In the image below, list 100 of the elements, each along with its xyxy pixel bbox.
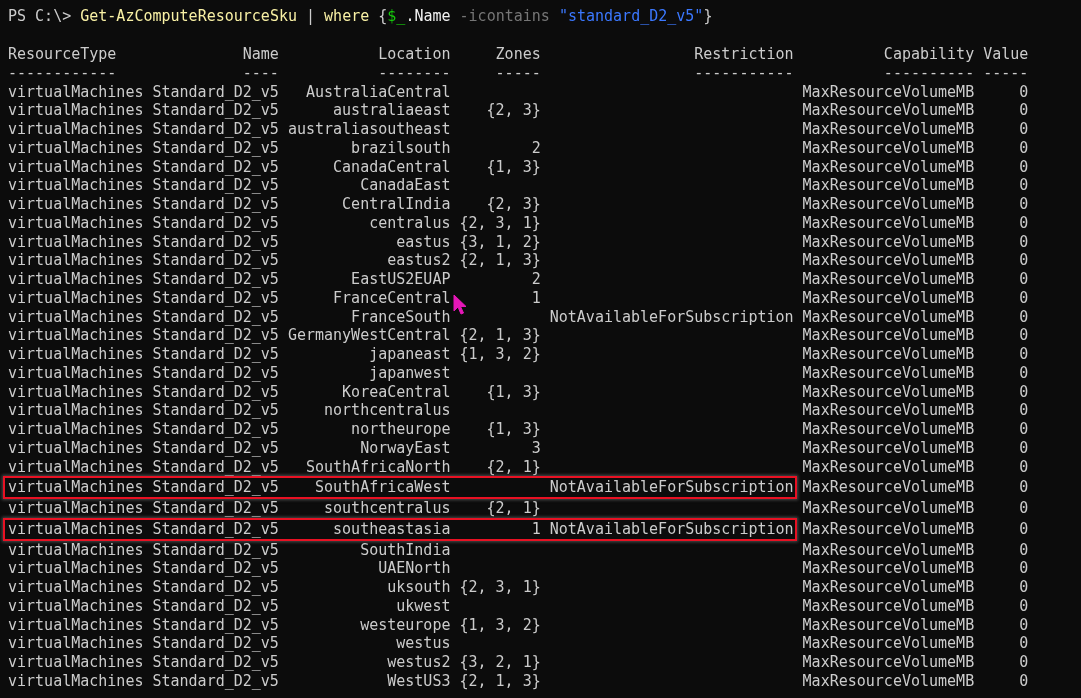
table-cell: japanwest [369,363,451,383]
table-cell: SouthAfricaNorth [305,457,451,477]
header-underline: ----------- [694,63,794,83]
table-cell: 0 [1019,326,1029,345]
column-header: Location [378,45,451,64]
table-cell: Standard_D2_v5 [152,438,279,458]
header-underline: ----- [983,63,1029,83]
table-cell: SouthAfricaWest [315,478,451,497]
table-cell: 0 [1019,615,1029,635]
table-cell: {1, 3} [486,382,541,402]
table-cell: 0 [1019,438,1029,458]
table-cell: virtualMachines [8,232,144,252]
table-cell: virtualMachines [8,499,144,518]
table-cell: 3 [531,438,541,458]
table-cell: EastUS2EUAP [351,270,451,289]
table-cell: MaxResourceVolumeMB [802,382,975,402]
table-cell: {2, 1, 3} [459,251,541,270]
table-cell: NotAvailableForSubscription [549,519,794,539]
table-cell: virtualMachines [8,345,144,364]
table-cell: 0 [1019,671,1029,691]
table-cell: Standard_D2_v5 [152,457,279,477]
table-cell: 0 [1019,213,1029,233]
table-cell: MaxResourceVolumeMB [802,499,975,518]
column-header: Name [242,45,279,64]
table-cell: virtualMachines [8,213,144,233]
table-cell: Standard_D2_v5 [152,382,279,402]
table-cell: MaxResourceVolumeMB [802,213,975,233]
table-cell: 0 [1019,288,1029,308]
table-cell: 0 [1019,345,1029,364]
table-cell: 0 [1019,307,1029,327]
table-cell: virtualMachines [8,420,144,439]
table-cell: NotAvailableForSubscription [549,307,794,327]
column-header: Capability [883,45,975,64]
header-underline: ---- [242,63,279,83]
table-cell: MaxResourceVolumeMB [802,82,975,102]
table-cell: virtualMachines [8,101,144,120]
table-cell: 0 [1019,270,1029,289]
table-cell: virtualMachines [8,540,144,560]
table-cell: 0 [1019,519,1029,539]
table-cell: MaxResourceVolumeMB [802,120,975,139]
table-cell: virtualMachines [8,176,144,195]
header-underline: -------- [378,63,451,83]
table-cell: Standard_D2_v5 [152,307,279,327]
table-cell: MaxResourceVolumeMB [802,559,975,578]
table-cell: virtualMachines [8,578,144,597]
table-cell: Standard_D2_v5 [152,270,279,289]
table-cell: MaxResourceVolumeMB [802,176,975,195]
table-cell: {2, 3, 1} [459,213,541,233]
table-cell: virtualMachines [8,120,144,139]
table-cell: virtualMachines [8,138,144,158]
table-cell: virtualMachines [8,559,144,578]
table-cell: 0 [1019,82,1029,102]
table-cell: 0 [1019,634,1029,653]
table-cell: Standard_D2_v5 [152,634,279,653]
table-cell: 0 [1019,157,1029,177]
table-cell: virtualMachines [8,307,144,327]
table-cell: northcentralus [324,401,451,420]
table-cell: virtualMachines [8,596,144,616]
table-cell: 2 [531,270,541,289]
table-cell: AustraliaCentral [305,82,451,102]
table-cell: centralus [369,213,451,233]
table-cell: 0 [1019,232,1029,252]
table-cell: CanadaCentral [333,157,451,177]
table-cell: Standard_D2_v5 [152,478,279,497]
table-cell: Standard_D2_v5 [152,559,279,578]
table-cell: Standard_D2_v5 [152,101,279,120]
table-cell: 0 [1019,540,1029,560]
table-cell: virtualMachines [8,251,144,270]
table-cell: ukwest [396,596,451,616]
table-cell: Standard_D2_v5 [152,138,279,158]
table-cell: virtualMachines [8,478,144,497]
table-cell: Standard_D2_v5 [152,251,279,270]
table-cell: 0 [1019,120,1029,139]
table-cell: 1 [531,288,541,308]
cursor-icon [453,294,467,316]
table-cell: {2, 3} [486,101,541,120]
table-cell: CanadaEast [360,176,451,195]
table-cell: 0 [1019,478,1029,497]
table-cell: KoreaCentral [342,382,451,402]
table-cell: MaxResourceVolumeMB [802,540,975,560]
table-cell: Standard_D2_v5 [152,671,279,691]
table-cell: Standard_D2_v5 [152,499,279,518]
table-cell: virtualMachines [8,195,144,214]
table-cell: virtualMachines [8,326,144,345]
table-cell: virtualMachines [8,438,144,458]
table-cell: NotAvailableForSubscription [549,478,794,497]
table-cell: MaxResourceVolumeMB [802,438,975,458]
table-cell: MaxResourceVolumeMB [802,270,975,289]
table-cell: australiaeast [333,101,451,120]
column-header: Zones [495,45,541,64]
table-cell: GermanyWestCentral [287,326,451,345]
table-cell: 0 [1019,382,1029,402]
table-cell: Standard_D2_v5 [152,82,279,102]
table-cell: Standard_D2_v5 [152,653,279,672]
table-cell: CentralIndia [342,195,451,214]
table-cell: Standard_D2_v5 [152,176,279,195]
table-cell: MaxResourceVolumeMB [802,101,975,120]
table-cell: virtualMachines [8,288,144,308]
table-cell: southcentralus [324,499,451,518]
column-header: ResourceType [8,45,117,64]
